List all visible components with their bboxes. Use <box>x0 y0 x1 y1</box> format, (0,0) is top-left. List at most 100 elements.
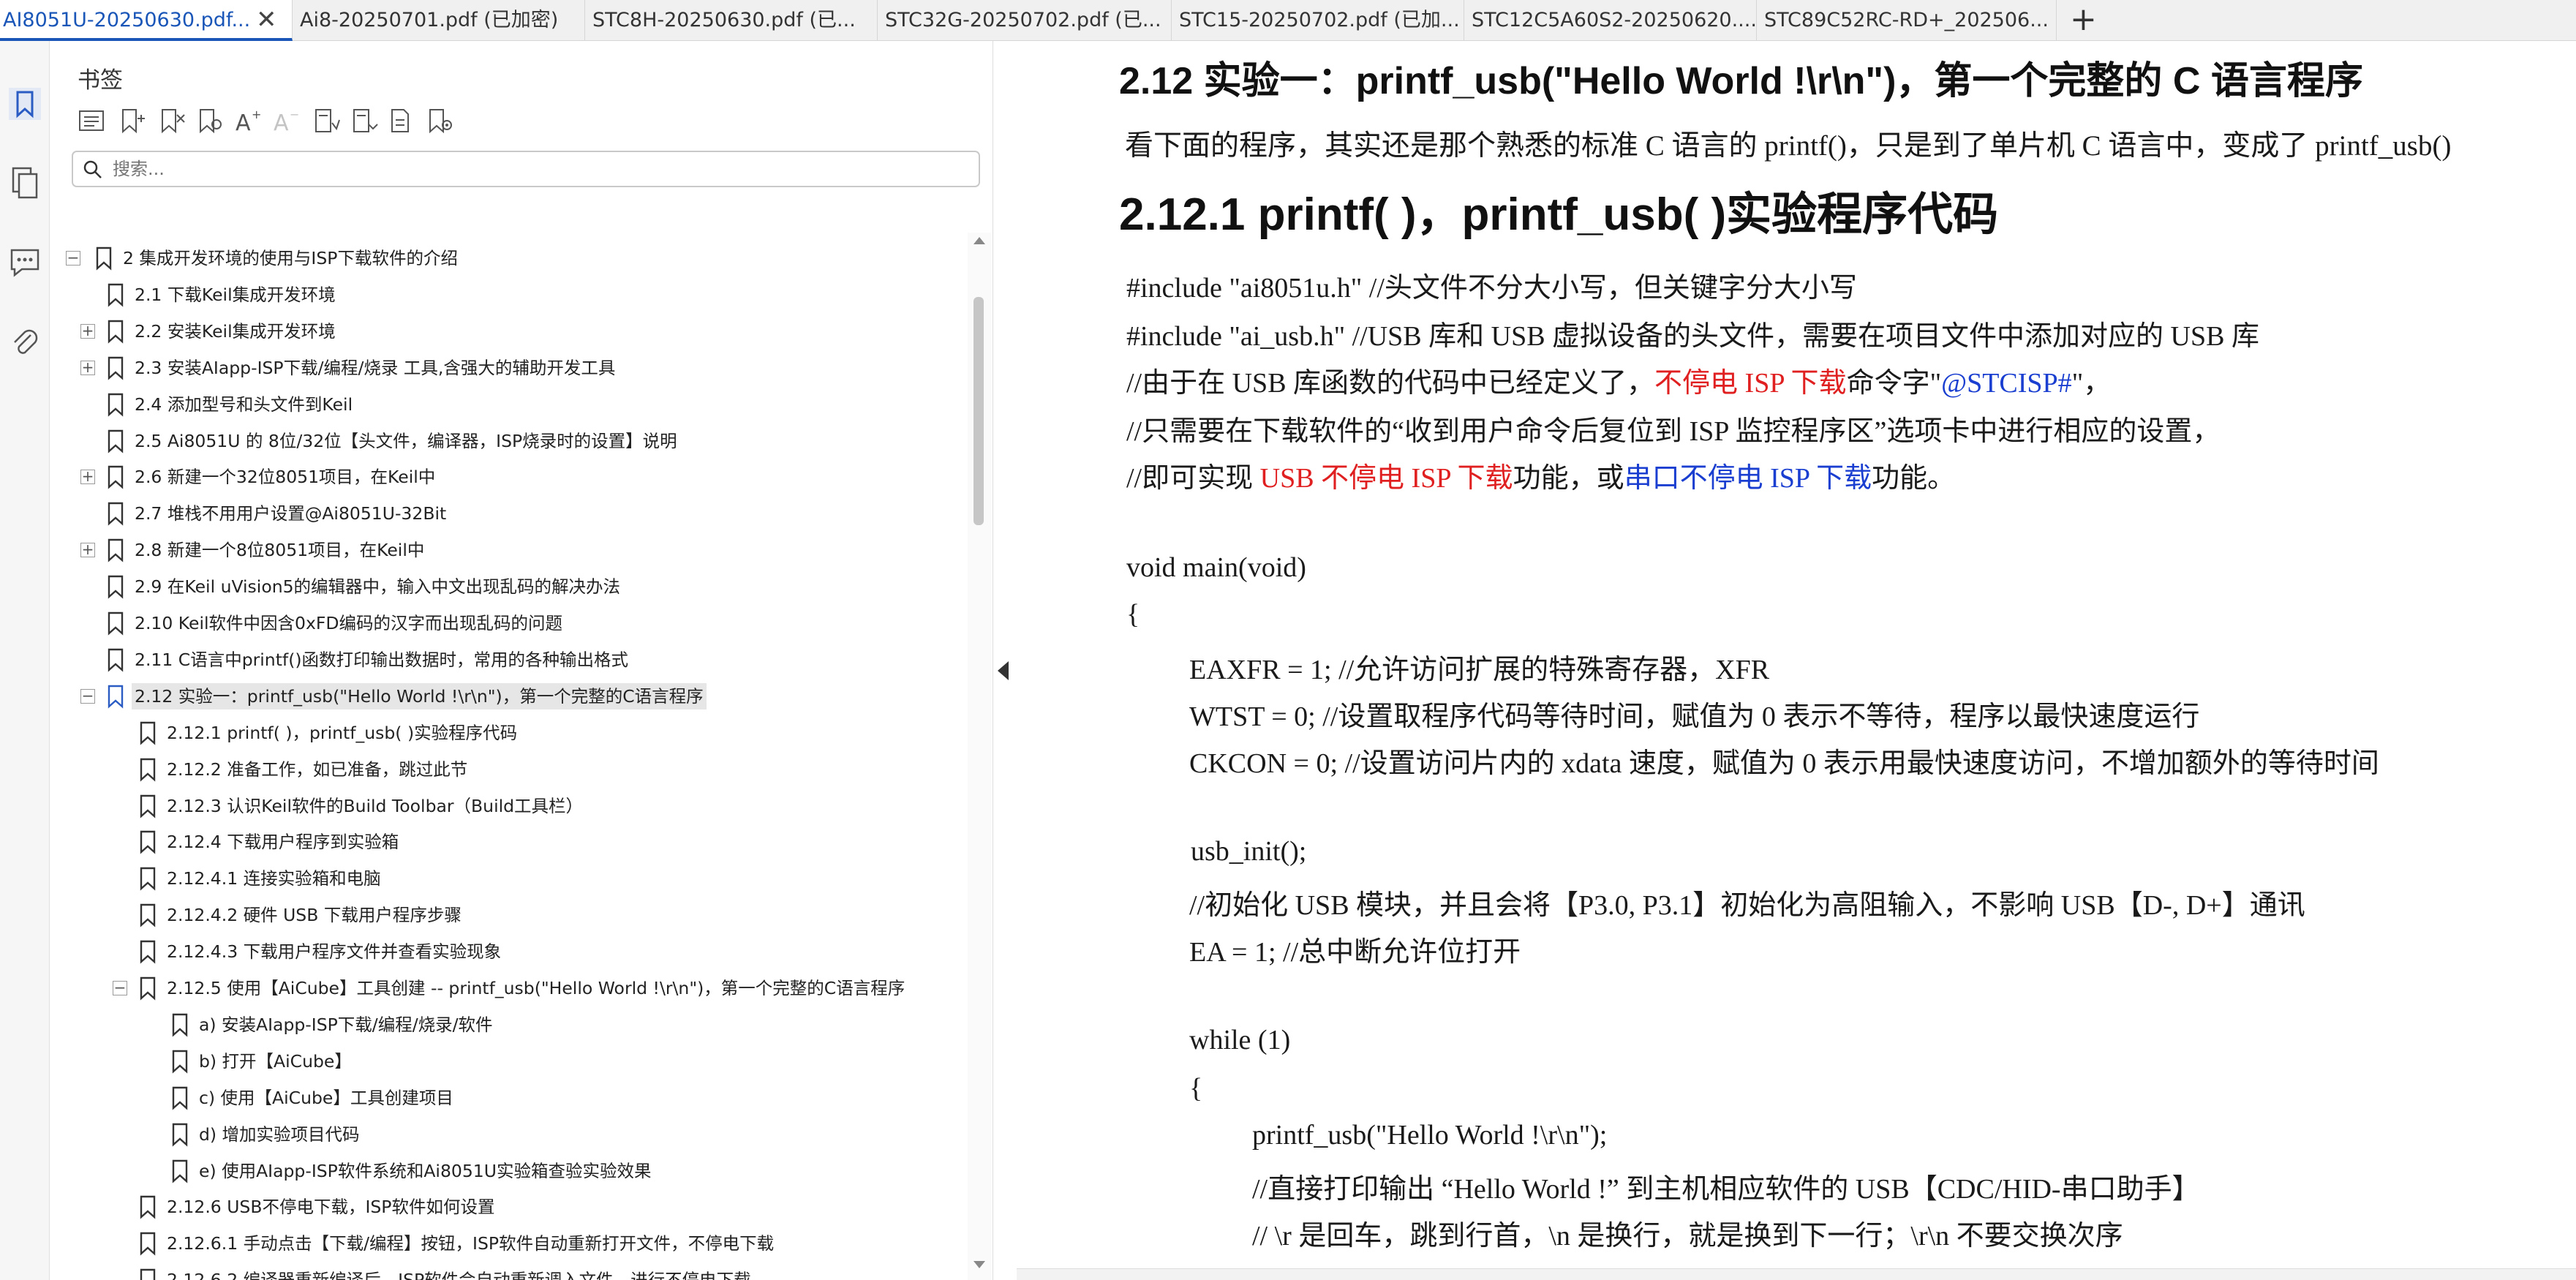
attachment-icon[interactable] <box>6 325 44 363</box>
tab-stc12c5a60s2[interactable]: STC12C5A60S2-20250620.... <box>1464 0 1757 41</box>
bookmark-item[interactable]: +2.8 新建一个8位8051项目，在Keil中 <box>50 532 968 568</box>
panel-collapse-button[interactable] <box>993 41 1017 1280</box>
bookmark-item[interactable]: 2.12.1 printf( )，printf_usb( )实验程序代码 <box>50 715 968 751</box>
bookmark-item[interactable]: 2.7 堆栈不用用户设置@Ai8051U-32Bit <box>50 495 968 532</box>
scrollbar-thumb[interactable] <box>973 297 984 525</box>
bookmark-icon <box>108 320 124 344</box>
bookmark-label: 2.6 新建一个32位8051项目，在Keil中 <box>135 467 436 487</box>
tab-stc15[interactable]: STC15-20250702.pdf (已加... <box>1172 0 1464 41</box>
bookmark-item[interactable]: 2.11 C语言中printf()函数打印输出数据时，常用的各种输出格式 <box>50 641 968 678</box>
bookmark-label: 2.12.5 使用【AiCube】工具创建 -- printf_usb("Hel… <box>167 978 905 998</box>
bookmark-item[interactable]: − 2.12 实验一：printf_usb("Hello World !\r\n"… <box>50 678 968 715</box>
bookmark-item[interactable]: 2.12.4.3 下载用户程序文件并查看实验现象 <box>50 933 968 970</box>
collapse-icon[interactable]: − <box>66 250 80 266</box>
bookmark-properties-icon[interactable] <box>195 105 225 136</box>
bookmark-label: b) 打开【AiCube】 <box>199 1051 352 1072</box>
sort-icon[interactable] <box>310 105 341 136</box>
bookmark-item[interactable]: 2.12.4 下载用户程序到实验箱 <box>50 824 968 860</box>
bookmark-label: 2.12.3 认识Keil软件的Build Toolbar（Build工具栏） <box>167 796 584 816</box>
export-icon[interactable] <box>386 105 417 136</box>
expand-icon[interactable]: + <box>80 360 95 375</box>
font-increase-icon[interactable]: A + <box>233 105 263 136</box>
collapse-icon[interactable]: − <box>113 980 127 995</box>
bookmark-item[interactable]: c) 使用【AiCube】工具创建项目 <box>50 1080 968 1116</box>
bookmark-item[interactable]: b) 打开【AiCube】 <box>50 1043 968 1080</box>
tab-ai8051u[interactable]: AI8051U-20250630.pdf... <box>0 0 293 41</box>
bookmark-icon <box>108 429 124 453</box>
bookmark-item[interactable]: 2.12.4.2 硬件 USB 下载用户程序步骤 <box>50 897 968 933</box>
bookmark-item[interactable]: a) 安装AIapp-ISP下载/编程/烧录/软件 <box>50 1006 968 1043</box>
bookmark-item[interactable]: e) 使用AIapp-ISP软件系统和Ai8051U实验箱查验实验效果 <box>50 1153 968 1189</box>
settings-icon[interactable] <box>424 105 455 136</box>
bookmark-item[interactable]: d) 增加实验项目代码 <box>50 1116 968 1153</box>
bookmark-icon[interactable] <box>6 85 44 123</box>
bookmark-item[interactable]: 2.5 Ai8051U 的 8位/32位【头文件，编译器，ISP烧录时的设置】说… <box>50 423 968 459</box>
font-decrease-icon[interactable]: A − <box>271 105 301 136</box>
bookmark-item[interactable]: 2.12.2 准备工作，如已准备，跳过此节 <box>50 751 968 788</box>
bookmark-item[interactable]: +2.3 安装AIapp-ISP下载/编程/烧录 工具,含强大的辅助开发工具 <box>50 350 968 386</box>
bookmark-item[interactable]: 2.12.6.2 编译器重新编译后，ISP软件会自动重新调入文件，进行不停电下载 <box>50 1262 968 1280</box>
bookmark-label: 2.2 安装Keil集成开发环境 <box>135 321 336 342</box>
bookmark-icon <box>140 758 156 782</box>
comment-icon[interactable] <box>6 243 44 281</box>
close-icon[interactable]: ✕ <box>256 0 277 39</box>
bookmark-item[interactable]: 2.10 Keil软件中因含0xFD编码的汉字而出现乱码的问题 <box>50 605 968 641</box>
tab-label: STC12C5A60S2-20250620.... <box>1472 9 1757 31</box>
code-printf: printf_usb("Hello World !\r\n"); <box>1252 1120 1608 1151</box>
bookmark-label: 2.4 添加型号和头文件到Keil <box>135 394 353 415</box>
search-icon <box>83 160 102 178</box>
bookmark-label: 2.11 C语言中printf()函数打印输出数据时，常用的各种输出格式 <box>135 650 629 670</box>
svg-text:A: A <box>236 110 251 136</box>
code-printf-comment: //直接打印输出 “Hello World !” 到主机相应软件的 USB【CD… <box>1252 1174 2200 1205</box>
svg-text:−: − <box>290 108 299 121</box>
bookmark-item[interactable]: 2.12.3 认识Keil软件的Build Toolbar（Build工具栏） <box>50 788 968 824</box>
expand-icon[interactable]: + <box>80 542 95 557</box>
bookmark-item[interactable]: +2.6 新建一个32位8051项目，在Keil中 <box>50 459 968 495</box>
bookmark-icon <box>108 538 124 562</box>
bookmark-icon <box>108 575 124 599</box>
scroll-up-icon[interactable] <box>973 237 985 244</box>
bookmark-label: 2.8 新建一个8位8051项目，在Keil中 <box>135 540 425 560</box>
tab-label: Ai8-20250701.pdf (已加密) <box>300 9 559 31</box>
collapse-icon[interactable]: − <box>80 688 95 704</box>
bookmark-item[interactable]: 2.12.6 USB不停电下载，ISP软件如何设置 <box>50 1189 968 1225</box>
bookmark-item[interactable]: 2.12.4.1 连接实验箱和电脑 <box>50 860 968 897</box>
expand-icon[interactable]: + <box>80 469 95 484</box>
tab-bar: AI8051U-20250630.pdf... ✕ Ai8-20250701.p… <box>0 0 2576 41</box>
expand-all-icon[interactable] <box>76 105 107 136</box>
bookmark-label: e) 使用AIapp-ISP软件系统和Ai8051U实验箱查验实验效果 <box>199 1161 652 1181</box>
bookmark-item[interactable]: − 2 集成开发环境的使用与ISP下载软件的介绍 <box>50 240 968 276</box>
bookmark-item[interactable]: 2.4 添加型号和头文件到Keil <box>50 386 968 423</box>
bookmark-label: c) 使用【AiCube】工具创建项目 <box>199 1088 453 1108</box>
code-wtst: WTST = 0; //设置取程序代码等待时间，赋值为 0 表示不等待，程序以最… <box>1189 701 2200 732</box>
comment-text: //即可实现 <box>1126 463 1260 494</box>
tab-stc32g[interactable]: STC32G-20250702.pdf (已... <box>878 0 1172 41</box>
bookmark-icon <box>140 903 156 927</box>
expand-icon[interactable]: + <box>80 323 95 339</box>
bookmark-icon <box>108 502 124 526</box>
vertical-scrollbar[interactable] <box>968 233 991 1280</box>
bookmark-item[interactable]: +2.2 安装Keil集成开发环境 <box>50 313 968 350</box>
bookmark-icon <box>140 794 156 818</box>
bookmark-item[interactable]: − 2.12.5 使用【AiCube】工具创建 -- printf_usb("He… <box>50 970 968 1006</box>
bookmark-item[interactable]: 2.12.6.1 手动点击【下载/编程】按钮，ISP软件自动重新打开文件，不停电… <box>50 1225 968 1262</box>
pages-icon[interactable] <box>6 164 44 202</box>
bookmark-item[interactable]: 2.1 下载Keil集成开发环境 <box>50 276 968 313</box>
tab-label: STC32G-20250702.pdf (已... <box>885 9 1161 31</box>
bookmark-label: 2 集成开发环境的使用与ISP下载软件的介绍 <box>123 248 458 268</box>
expand-icon[interactable] <box>348 105 379 136</box>
tab-ai8[interactable]: Ai8-20250701.pdf (已加密) <box>293 0 585 41</box>
add-bookmark-icon[interactable] <box>117 105 148 136</box>
bookmark-search-input[interactable] <box>113 155 961 183</box>
tab-stc8h[interactable]: STC8H-20250630.pdf (已... <box>585 0 878 41</box>
bookmark-icon <box>140 830 156 854</box>
sidebar-rail <box>0 41 50 1280</box>
tab-stc89c52rc[interactable]: STC89C52RC-RD+_202506... <box>1757 0 2057 41</box>
bookmark-icon <box>108 611 124 636</box>
delete-bookmark-icon[interactable] <box>157 105 187 136</box>
bookmark-icon <box>140 1195 156 1219</box>
horizontal-scrollbar[interactable] <box>1017 1268 2576 1280</box>
new-tab-button[interactable]: + <box>2070 0 2097 41</box>
scroll-down-icon[interactable] <box>973 1261 985 1268</box>
bookmark-item[interactable]: 2.9 在Keil uVision5的编辑器中，输入中文出现乱码的解决办法 <box>50 568 968 605</box>
